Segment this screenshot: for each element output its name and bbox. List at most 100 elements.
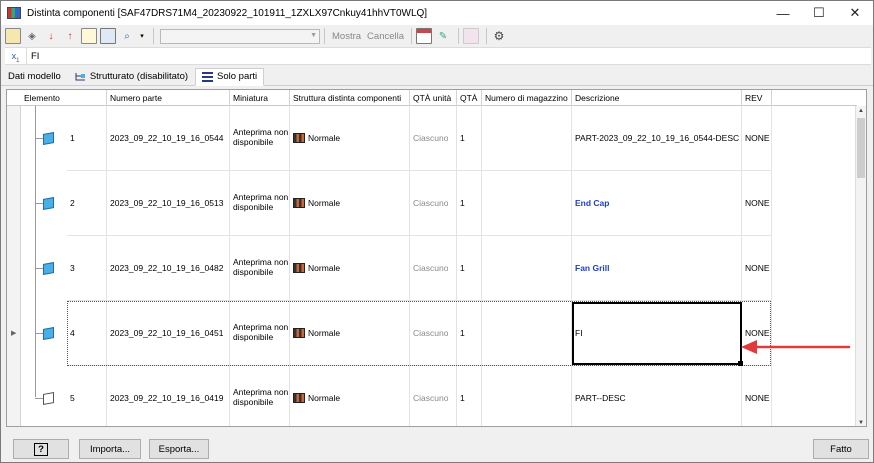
help-button[interactable]: ? — [13, 439, 69, 459]
sort-descending-icon[interactable]: ↓ — [43, 28, 59, 44]
column-header-unit-qty[interactable]: QTÀ unità — [410, 90, 457, 106]
current-row-indicator-icon: ▶ — [11, 330, 17, 337]
clear-button[interactable]: Cancella — [367, 31, 404, 42]
table-row[interactable]: 2 2023_09_22_10_19_16_0513 Anteprima non… — [7, 171, 857, 236]
rev-cell[interactable]: NONE — [742, 301, 772, 366]
bom-grid: Elemento Numero parte Miniatura Struttur… — [6, 89, 867, 427]
unit-qty-cell[interactable]: Ciascuno — [410, 366, 457, 426]
item-cell[interactable]: 3 — [67, 236, 107, 301]
close-button[interactable]: ✕ — [837, 1, 873, 25]
bom-structure-cell[interactable]: Normale — [290, 301, 410, 366]
description-edit-cell[interactable]: FI — [572, 301, 742, 366]
qty-cell[interactable]: 1 — [457, 171, 482, 236]
description-cell[interactable]: PART--DESC — [572, 366, 742, 426]
item-cell[interactable]: 2 — [67, 171, 107, 236]
part-icon — [43, 262, 54, 275]
unit-qty-cell[interactable]: Ciascuno — [410, 106, 457, 171]
unit-qty-cell[interactable]: Ciascuno — [410, 236, 457, 301]
eraser-icon[interactable]: ◈ — [24, 28, 40, 44]
gear-icon[interactable]: ⚙ — [491, 28, 507, 44]
qty-cell[interactable]: 1 — [457, 236, 482, 301]
export-button[interactable]: Esporta... — [149, 439, 209, 459]
description-value: Fan Grill — [575, 263, 610, 273]
part-number-cell[interactable]: 2023_09_22_10_19_16_0419 — [107, 366, 230, 426]
rev-cell[interactable]: NONE — [742, 366, 772, 426]
qty-cell[interactable]: 1 — [457, 301, 482, 366]
part-number-cell[interactable]: 2023_09_22_10_19_16_0451 — [107, 301, 230, 366]
scrollbar-thumb[interactable] — [857, 118, 865, 178]
import-button[interactable]: Importa... — [79, 439, 141, 459]
filter-combo[interactable]: ▼ — [160, 28, 320, 44]
annotation-arrow-icon — [741, 340, 851, 354]
column-header-thumbnail[interactable]: Miniatura — [230, 90, 290, 106]
item-cell[interactable]: 5 — [67, 366, 107, 426]
part-number-cell[interactable]: 2023_09_22_10_19_16_0544 — [107, 106, 230, 171]
qty-cell[interactable]: 1 — [457, 106, 482, 171]
stock-number-cell[interactable] — [482, 171, 572, 236]
column-header-item[interactable]: Elemento — [21, 90, 107, 106]
show-button[interactable]: Mostra — [332, 31, 361, 42]
tab-label: Solo parti — [217, 71, 258, 82]
sort-ascending-icon[interactable]: ↑ — [62, 28, 78, 44]
bom-structure-cell[interactable]: Normale — [290, 236, 410, 301]
scroll-down-icon[interactable]: ▼ — [856, 418, 866, 426]
done-button[interactable]: Fatto — [813, 439, 869, 459]
tab-model-data[interactable]: Dati modello — [1, 68, 68, 86]
tree-branch — [35, 333, 43, 334]
table-row[interactable]: 5 2023_09_22_10_19_16_0419 Anteprima non… — [7, 366, 857, 426]
chevron-down-icon[interactable]: ▾ — [138, 28, 146, 44]
stock-number-cell[interactable] — [482, 106, 572, 171]
rev-cell[interactable]: NONE — [742, 106, 772, 171]
chart-edit-icon[interactable]: ✎ — [435, 28, 451, 44]
formula-input[interactable]: FI — [27, 51, 39, 62]
tab-parts-only[interactable]: Solo parti — [195, 68, 265, 86]
title-bar: Distinta componenti [SAF47DRS71M4_202309… — [1, 1, 873, 25]
part-number-cell[interactable]: 2023_09_22_10_19_16_0482 — [107, 236, 230, 301]
column-chooser-icon[interactable] — [416, 28, 433, 44]
find-icon[interactable]: ⌕ — [119, 28, 135, 44]
vertical-scrollbar[interactable]: ▲ ▼ — [855, 106, 866, 426]
tab-label: Dati modello — [8, 71, 61, 82]
thumbnail-cell: Anteprima non disponibile — [230, 301, 290, 366]
tab-label: Strutturato (disabilitato) — [89, 71, 189, 82]
grid-icon[interactable] — [100, 28, 116, 44]
tab-structured[interactable]: Strutturato (disabilitato) — [68, 68, 195, 86]
description-cell[interactable]: End Cap — [572, 171, 742, 236]
item-cell[interactable]: 1 — [67, 106, 107, 171]
table-row[interactable]: 3 2023_09_22_10_19_16_0482 Anteprima non… — [7, 236, 857, 301]
qty-cell[interactable]: 1 — [457, 366, 482, 426]
stock-number-cell[interactable] — [482, 301, 572, 366]
bom-structure-cell[interactable]: Normale — [290, 171, 410, 236]
table-row[interactable]: 1 2023_09_22_10_19_16_0544 Anteprima non… — [7, 106, 857, 171]
unit-qty-cell[interactable]: Ciascuno — [410, 171, 457, 236]
column-header-rev[interactable]: REV — [742, 90, 772, 106]
part-number-cell[interactable]: 2023_09_22_10_19_16_0513 — [107, 171, 230, 236]
thumbnail-cell: Anteprima non disponibile — [230, 236, 290, 301]
tree-branch — [35, 398, 43, 399]
bom-structure-cell[interactable]: Normale — [290, 106, 410, 171]
stock-number-cell[interactable] — [482, 366, 572, 426]
item-cell[interactable]: 4 — [67, 301, 107, 366]
maximize-button[interactable]: ☐ — [801, 1, 837, 25]
column-header-bom-structure[interactable]: Struttura distinta componenti — [290, 90, 410, 106]
description-cell[interactable]: Fan Grill — [572, 236, 742, 301]
bom-structure-value: Normale — [308, 393, 341, 403]
thumbnail-cell: Anteprima non disponibile — [230, 171, 290, 236]
tree-structure-icon — [75, 73, 85, 81]
table-row-selected[interactable]: ▶ 4 2023_09_22_10_19_16_0451 Anteprima n… — [7, 301, 857, 366]
unit-qty-cell[interactable]: Ciascuno — [410, 301, 457, 366]
scroll-up-icon[interactable]: ▲ — [856, 106, 866, 116]
minimize-button[interactable]: — — [765, 1, 801, 25]
rev-cell[interactable]: NONE — [742, 236, 772, 301]
bom-structure-cell[interactable]: Normale — [290, 366, 410, 426]
column-header-qty[interactable]: QTÀ — [457, 90, 482, 106]
stock-number-cell[interactable] — [482, 236, 572, 301]
properties-icon[interactable] — [5, 28, 21, 44]
column-header-part-number[interactable]: Numero parte — [107, 90, 230, 106]
column-header-description[interactable]: Descrizione — [572, 90, 742, 106]
column-header-stock-number[interactable]: Numero di magazzino — [482, 90, 572, 106]
rev-cell[interactable]: NONE — [742, 171, 772, 236]
formula-bar[interactable]: x1 FI — [5, 47, 871, 65]
notes-icon[interactable] — [81, 28, 97, 44]
description-cell[interactable]: PART-2023_09_22_10_19_16_0544-DESC — [572, 106, 742, 171]
